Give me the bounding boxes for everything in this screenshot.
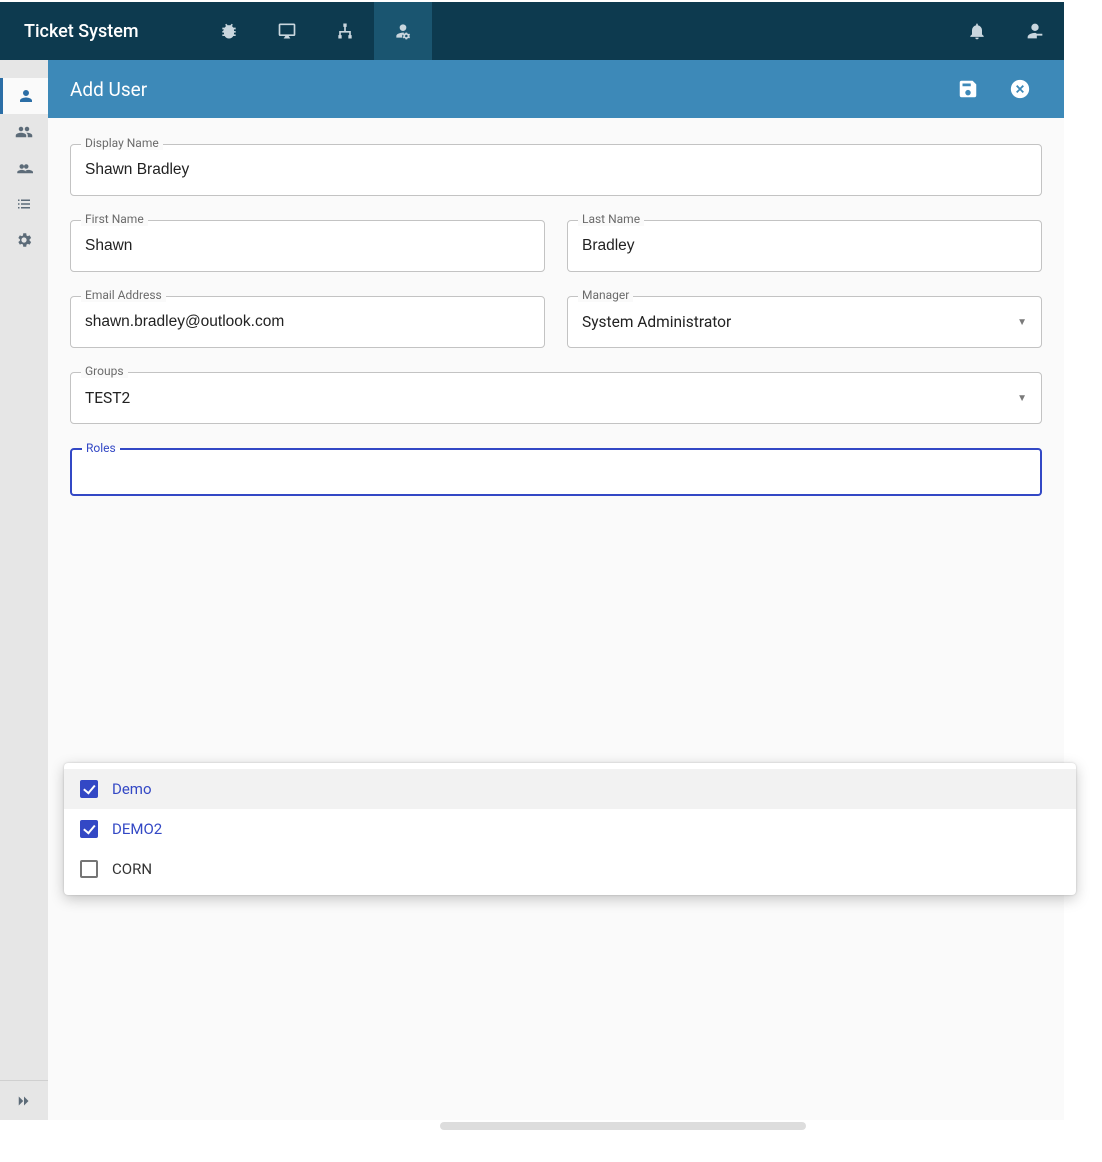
form-area: Display Name First Name Last Name: [48, 118, 1064, 522]
first-name-label: First Name: [81, 212, 148, 226]
roles-option[interactable]: Demo: [64, 769, 1076, 809]
close-button[interactable]: [998, 67, 1042, 111]
checkbox-icon: [80, 860, 98, 878]
bell-icon: [967, 21, 987, 41]
email-label: Email Address: [81, 288, 166, 302]
save-icon: [957, 78, 979, 100]
checkbox-icon: [80, 780, 98, 798]
checkbox-icon: [80, 820, 98, 838]
page-title: Add User: [70, 78, 938, 101]
chevron-down-icon: ▼: [1017, 393, 1027, 404]
desktop-icon: [277, 21, 297, 41]
close-circle-icon: [1009, 78, 1031, 100]
topbar-right: [948, 2, 1064, 60]
roles-icon: [15, 159, 33, 177]
sidebar-item-settings[interactable]: [0, 222, 48, 258]
roles-option-label: DEMO2: [112, 820, 162, 838]
sidebar-item-user[interactable]: [0, 78, 48, 114]
user-admin-icon: [393, 21, 413, 41]
topnav-bug[interactable]: [200, 2, 258, 60]
chevron-down-icon: ▼: [1017, 317, 1027, 328]
sidebar: [0, 60, 48, 1120]
account-button[interactable]: [1006, 2, 1064, 60]
roles-label: Roles: [82, 441, 120, 455]
bug-icon: [219, 21, 239, 41]
groups-field[interactable]: Groups TEST2 ▼: [70, 372, 1042, 424]
first-name-input[interactable]: [85, 237, 530, 255]
sidebar-expand[interactable]: [0, 1080, 48, 1120]
groups-value: TEST2: [85, 389, 1009, 407]
last-name-input[interactable]: [582, 237, 1027, 255]
app-title: Ticket System: [0, 21, 200, 42]
save-button[interactable]: [946, 67, 990, 111]
horizontal-scrollbar[interactable]: [440, 1122, 806, 1130]
roles-dropdown: Demo DEMO2 CORN: [64, 763, 1076, 895]
sidebar-item-list[interactable]: [0, 186, 48, 222]
last-name-field[interactable]: Last Name: [567, 220, 1042, 272]
sidebar-item-group[interactable]: [0, 114, 48, 150]
manager-field[interactable]: Manager System Administrator ▼: [567, 296, 1042, 348]
display-name-input[interactable]: [85, 161, 1027, 179]
user-icon: [17, 87, 35, 105]
email-field[interactable]: Email Address: [70, 296, 545, 348]
display-name-field[interactable]: Display Name: [70, 144, 1042, 196]
roles-option[interactable]: DEMO2: [64, 809, 1076, 849]
sidebar-item-roles[interactable]: [0, 150, 48, 186]
group-icon: [15, 123, 33, 141]
display-name-label: Display Name: [81, 136, 163, 150]
topnav-user-admin[interactable]: [374, 2, 432, 60]
topnav-sitemap[interactable]: [316, 2, 374, 60]
roles-option-label: CORN: [112, 860, 152, 878]
roles-field[interactable]: Roles: [70, 448, 1042, 496]
topbar: Ticket System: [0, 2, 1064, 60]
gear-icon: [15, 231, 33, 249]
topnav: [200, 2, 432, 60]
account-icon: [1024, 20, 1046, 42]
chevron-double-right-icon: [15, 1092, 33, 1110]
email-input[interactable]: [85, 313, 530, 331]
manager-label: Manager: [578, 288, 633, 302]
page-header: Add User: [48, 60, 1064, 118]
sitemap-icon: [335, 21, 355, 41]
first-name-field[interactable]: First Name: [70, 220, 545, 272]
topnav-desktop[interactable]: [258, 2, 316, 60]
main: Add User Display Name: [48, 60, 1064, 1120]
notifications-button[interactable]: [948, 2, 1006, 60]
last-name-label: Last Name: [578, 212, 644, 226]
roles-option-label: Demo: [112, 780, 152, 798]
roles-option[interactable]: CORN: [64, 849, 1076, 889]
list-icon: [15, 195, 33, 213]
groups-label: Groups: [81, 364, 128, 378]
manager-value: System Administrator: [582, 313, 1009, 331]
